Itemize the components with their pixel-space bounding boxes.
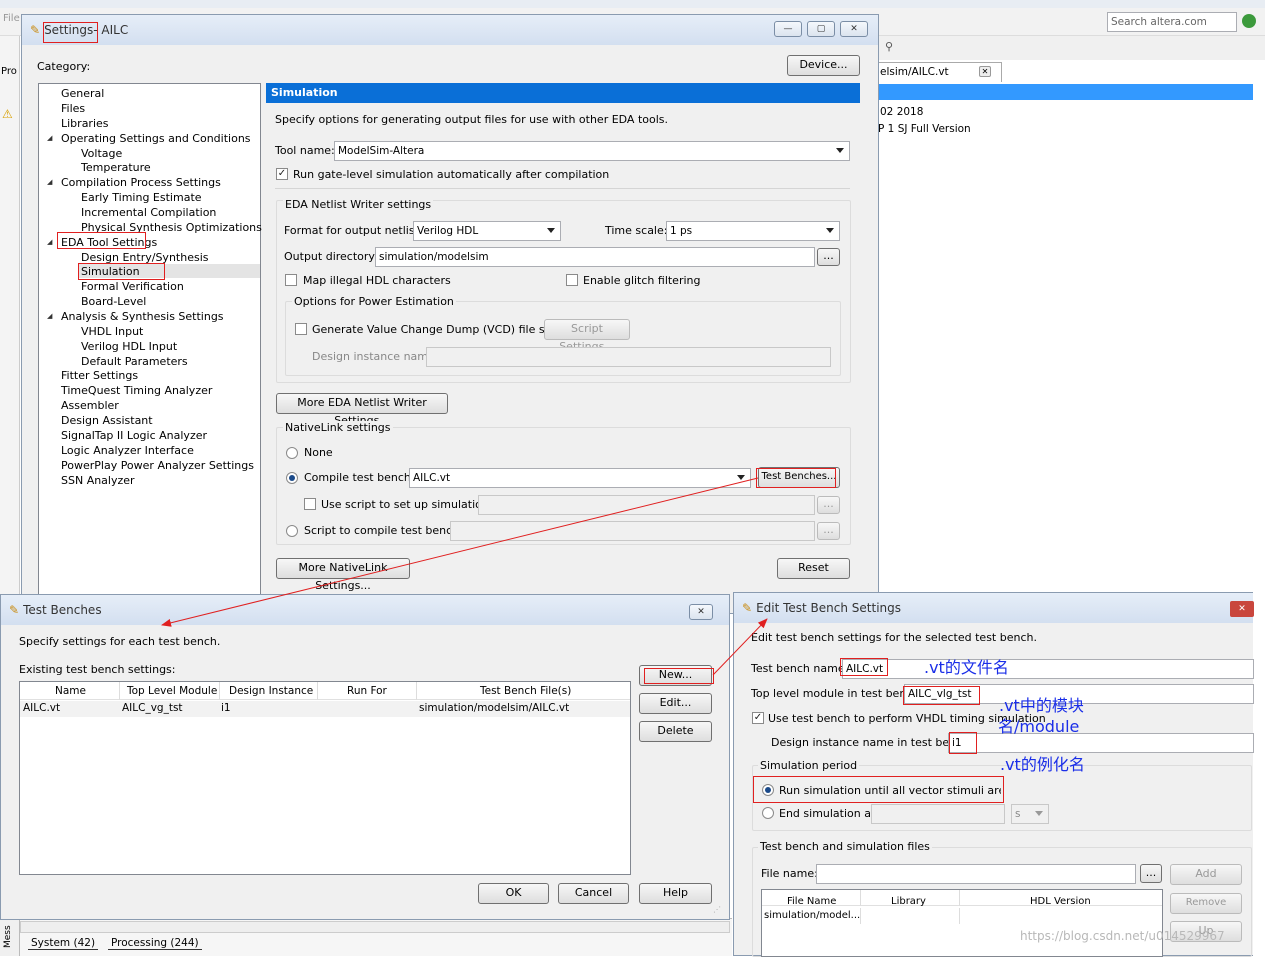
arrow-to-test-benches-dialog (161, 477, 759, 627)
annotation-vt-instance: .vt的例化名 (1000, 755, 1085, 774)
annotation-vt-filename: .vt的文件名 (924, 658, 1009, 677)
arrow-to-edit-dialog (712, 618, 768, 676)
annotation-arrows (161, 477, 768, 676)
annotation-vt-module-2: 名/module (998, 717, 1080, 736)
watermark: https://blog.csdn.net/u014529967 (1020, 929, 1225, 943)
